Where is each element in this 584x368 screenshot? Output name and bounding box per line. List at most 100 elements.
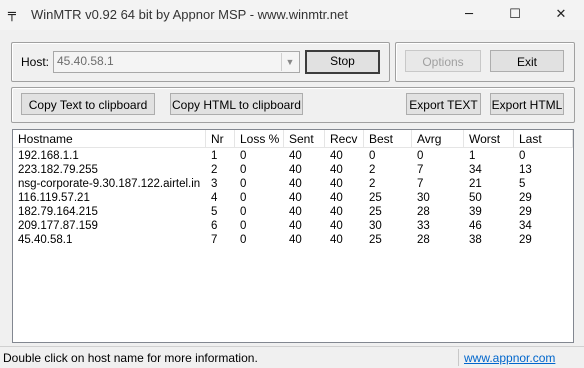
cell-loss: 0 [240, 164, 247, 176]
cell-best: 2 [369, 178, 376, 190]
cell-last: 29 [519, 234, 532, 246]
cell-recv: 40 [330, 192, 343, 204]
host-value[interactable]: 45.40.58.1 [57, 54, 114, 68]
cell-loss: 0 [240, 206, 247, 218]
cell-last: 29 [519, 206, 532, 218]
column-header-last[interactable]: Last [514, 130, 573, 147]
table-row[interactable]: nsg-corporate-9.30.187.122.airtel.in 3 0 40… [13, 177, 573, 191]
cell-last: 5 [519, 178, 526, 190]
cell-avrg: 0 [417, 150, 424, 162]
cell-worst: 38 [469, 234, 482, 246]
cell-hostname[interactable]: 192.168.1.1 [13, 149, 206, 163]
cell-sent: 40 [289, 164, 302, 176]
appnor-link[interactable]: www.appnor.com [464, 351, 555, 365]
table-header: Hostname Nr Loss % Sent Recv Best Avrg Worst Las… [13, 130, 573, 148]
column-header-worst[interactable]: Worst [464, 130, 514, 147]
cell-nr: 3 [211, 178, 218, 190]
cell-sent: 40 [289, 178, 302, 190]
cell-avrg: 7 [417, 164, 424, 176]
table-row[interactable]: 223.182.79.255 2 0 40 40 2 7 34 13 [13, 163, 573, 177]
table-row[interactable]: 116.119.57.21 4 0 40 40 25 30 50 29 [13, 191, 573, 205]
minimize-icon[interactable]: ─ [446, 0, 492, 30]
cell-recv: 40 [330, 164, 343, 176]
export-html-button[interactable]: Export HTML [490, 93, 564, 115]
title-bar: ╤ WinMTR v0.92 64 bit by Appnor MSP - ww… [0, 0, 584, 30]
cell-avrg: 7 [417, 178, 424, 190]
cell-avrg: 33 [417, 220, 430, 232]
maximize-icon[interactable]: ☐ [492, 0, 538, 30]
cell-sent: 40 [289, 234, 302, 246]
cell-worst: 34 [469, 164, 482, 176]
cell-sent: 40 [289, 220, 302, 232]
cell-worst: 1 [469, 150, 476, 162]
cell-worst: 21 [469, 178, 482, 190]
cell-last: 34 [519, 220, 532, 232]
cell-worst: 46 [469, 220, 482, 232]
cell-loss: 0 [240, 234, 247, 246]
host-label: Host: [21, 55, 50, 69]
cell-best: 30 [369, 220, 382, 232]
cell-nr: 5 [211, 206, 218, 218]
close-icon[interactable]: ✕ [538, 0, 584, 30]
cell-avrg: 28 [417, 234, 430, 246]
table-row[interactable]: 182.79.164.215 5 0 40 40 25 28 39 29 [13, 205, 573, 219]
cell-last: 0 [519, 150, 526, 162]
cell-best: 25 [369, 206, 382, 218]
cell-hostname[interactable]: 45.40.58.1 [13, 233, 206, 247]
cell-recv: 40 [330, 206, 343, 218]
export-text-button[interactable]: Export TEXT [406, 93, 481, 115]
cell-recv: 40 [330, 234, 343, 246]
chevron-down-icon[interactable]: ▼ [281, 53, 298, 71]
status-bar: Double click on host name for more infor… [0, 346, 584, 368]
cell-sent: 40 [289, 192, 302, 204]
table-row[interactable]: 45.40.58.1 7 0 40 40 25 28 38 29 [13, 233, 573, 247]
cell-hostname[interactable]: nsg-corporate-9.30.187.122.airtel.in [13, 177, 206, 191]
cell-best: 2 [369, 164, 376, 176]
exit-button[interactable]: Exit [490, 50, 564, 72]
cell-hostname[interactable]: 116.119.57.21 [13, 191, 206, 205]
cell-loss: 0 [240, 150, 247, 162]
cell-nr: 4 [211, 192, 218, 204]
column-header-recv[interactable]: Recv [325, 130, 364, 147]
status-message: Double click on host name for more infor… [3, 351, 258, 365]
copy-html-button[interactable]: Copy HTML to clipboard [170, 93, 303, 115]
results-table[interactable]: Hostname Nr Loss % Sent Recv Best Avrg Worst Las… [12, 129, 574, 343]
cell-hostname[interactable]: 182.79.164.215 [13, 205, 206, 219]
cell-nr: 2 [211, 164, 218, 176]
table-row[interactable]: 192.168.1.1 1 0 40 40 0 0 1 0 [13, 149, 573, 163]
host-combobox[interactable]: 45.40.58.1 ▼ [53, 51, 300, 73]
cell-loss: 0 [240, 178, 247, 190]
cell-nr: 1 [211, 150, 218, 162]
cell-best: 0 [369, 150, 376, 162]
cell-recv: 40 [330, 150, 343, 162]
column-header-hostname[interactable]: Hostname [13, 130, 206, 147]
copy-text-button[interactable]: Copy Text to clipboard [21, 93, 155, 115]
table-row[interactable]: 209.177.87.159 6 0 40 40 30 33 46 34 [13, 219, 573, 233]
cell-avrg: 30 [417, 192, 430, 204]
cell-sent: 40 [289, 206, 302, 218]
cell-last: 13 [519, 164, 532, 176]
column-header-loss[interactable]: Loss % [235, 130, 284, 147]
status-divider [458, 349, 459, 366]
column-header-best[interactable]: Best [364, 130, 412, 147]
column-header-sent[interactable]: Sent [284, 130, 325, 147]
cell-best: 25 [369, 192, 382, 204]
cell-nr: 6 [211, 220, 218, 232]
stop-button[interactable]: Stop [305, 50, 380, 74]
app-icon: ╤ [8, 7, 16, 22]
options-button[interactable]: Options [405, 50, 481, 72]
cell-nr: 7 [211, 234, 218, 246]
cell-hostname[interactable]: 209.177.87.159 [13, 219, 206, 233]
column-header-avrg[interactable]: Avrg [412, 130, 464, 147]
cell-recv: 40 [330, 178, 343, 190]
column-header-nr[interactable]: Nr [206, 130, 235, 147]
cell-sent: 40 [289, 150, 302, 162]
cell-best: 25 [369, 234, 382, 246]
cell-loss: 0 [240, 192, 247, 204]
cell-recv: 40 [330, 220, 343, 232]
cell-loss: 0 [240, 220, 247, 232]
cell-avrg: 28 [417, 206, 430, 218]
cell-worst: 50 [469, 192, 482, 204]
cell-hostname[interactable]: 223.182.79.255 [13, 163, 206, 177]
window-title: WinMTR v0.92 64 bit by Appnor MSP - www.… [31, 7, 348, 22]
